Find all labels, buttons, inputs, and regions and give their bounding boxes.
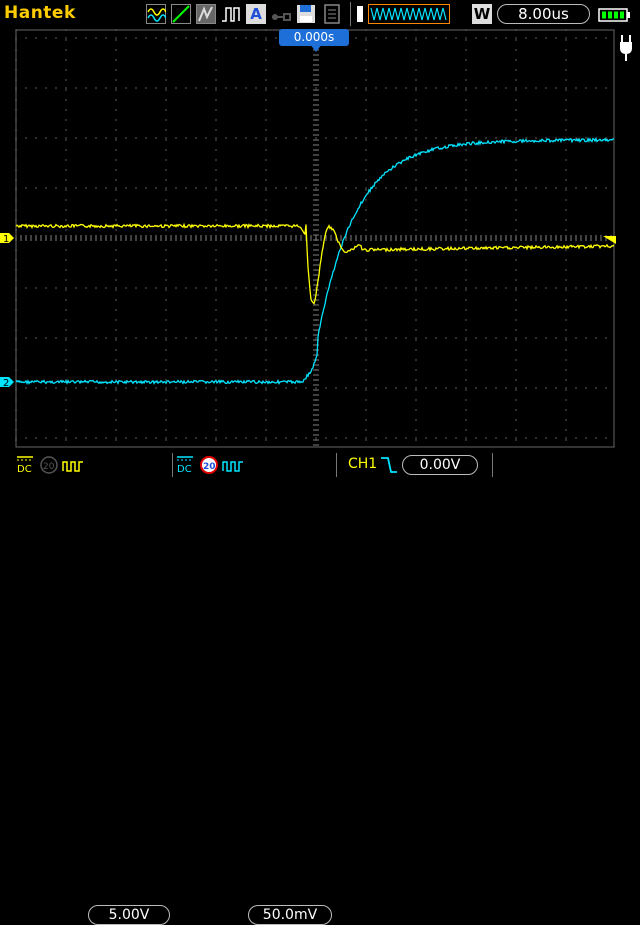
ch2-scale-value[interactable]: 50.0mV: [248, 905, 332, 925]
svg-text:1: 1: [3, 234, 9, 245]
svg-text:20: 20: [43, 462, 55, 472]
ch1-coupling-icon[interactable]: DC: [16, 454, 34, 478]
ch1-probe-icon[interactable]: [62, 458, 84, 477]
ch2-bw-limit-icon[interactable]: 20: [200, 456, 218, 478]
svg-text:20: 20: [203, 462, 216, 472]
ch1-bw-limit-icon[interactable]: 20: [40, 456, 58, 478]
svg-text:DC: DC: [177, 464, 192, 474]
ch2-probe-icon[interactable]: [222, 458, 244, 477]
ch1-scale-value[interactable]: 5.00V: [88, 905, 170, 925]
graticule: [15, 29, 615, 448]
ch2-coupling-icon[interactable]: DC: [176, 454, 194, 478]
trigger-time-label[interactable]: 0.000s: [279, 29, 349, 46]
falling-edge-icon[interactable]: [380, 455, 398, 479]
svg-text:2: 2: [3, 378, 9, 389]
bottom-status-bar: DC 20 5.00V DC 20 50.0mV: [0, 450, 640, 925]
trigger-level-value[interactable]: 0.00V: [402, 455, 478, 475]
svg-text:DC: DC: [17, 464, 32, 474]
ch1-ground-marker[interactable]: 1: [0, 233, 14, 245]
trigger-source-label[interactable]: CH1: [348, 456, 377, 472]
ch2-ground-marker[interactable]: 2: [0, 377, 14, 389]
waveform-display[interactable]: 1 2: [0, 0, 640, 480]
